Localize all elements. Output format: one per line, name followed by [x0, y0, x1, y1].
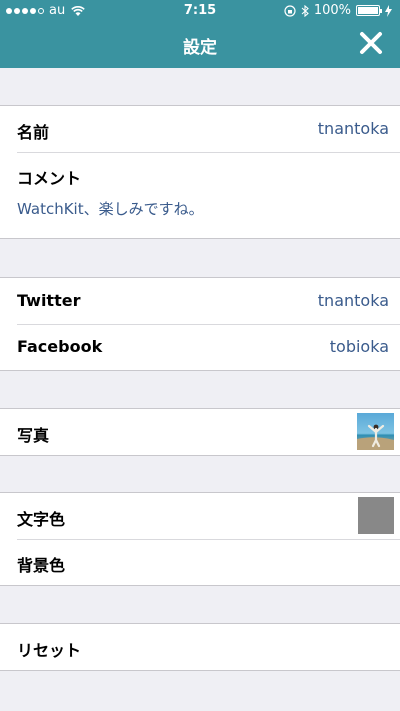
reset-button[interactable]: リセット — [17, 637, 81, 661]
reset-section: リセット — [0, 623, 400, 671]
navigation-bar: au 7:15 100% 設定 — [0, 0, 400, 68]
profile-section: 名前 tnantoka コメント WatchKit、楽しみですね。 — [0, 105, 400, 239]
background-color-row[interactable]: 背景色 — [0, 539, 400, 585]
facebook-label: Facebook — [17, 337, 103, 356]
facebook-row[interactable]: Facebook tobioka — [0, 324, 400, 370]
photo-label: 写真 — [17, 426, 50, 445]
text-color-label: 文字色 — [17, 510, 66, 529]
name-row[interactable]: 名前 tnantoka — [0, 106, 400, 152]
name-label: 名前 — [17, 123, 50, 142]
status-bar: au 7:15 100% — [0, 0, 400, 22]
text-color-swatch — [358, 497, 394, 534]
text-color-row[interactable]: 文字色 — [0, 493, 400, 539]
photo-row[interactable]: 写真 — [0, 409, 400, 455]
close-icon[interactable] — [358, 30, 384, 56]
page-title: 設定 — [183, 38, 217, 58]
photo-section: 写真 — [0, 408, 400, 456]
facebook-value: tobioka — [329, 337, 389, 356]
twitter-row[interactable]: Twitter tnantoka — [0, 278, 400, 324]
battery-percent: 100% — [313, 3, 351, 18]
bluetooth-icon — [301, 4, 309, 17]
twitter-value: tnantoka — [317, 291, 389, 310]
reset-row[interactable]: リセット — [0, 624, 400, 670]
color-section: 文字色 背景色 — [0, 492, 400, 586]
photo-thumbnail — [357, 413, 394, 450]
name-value: tnantoka — [317, 119, 389, 138]
comment-row[interactable]: コメント WatchKit、楽しみですね。 — [0, 152, 400, 238]
comment-value: WatchKit、楽しみですね。 — [17, 200, 204, 218]
battery-icon — [356, 5, 382, 16]
status-right: 100% — [284, 3, 392, 18]
background-color-label: 背景色 — [17, 556, 66, 575]
social-section: Twitter tnantoka Facebook tobioka — [0, 277, 400, 371]
rotation-lock-icon — [284, 4, 296, 17]
comment-label: コメント — [17, 169, 82, 188]
twitter-label: Twitter — [17, 291, 81, 310]
charging-icon — [385, 4, 392, 17]
